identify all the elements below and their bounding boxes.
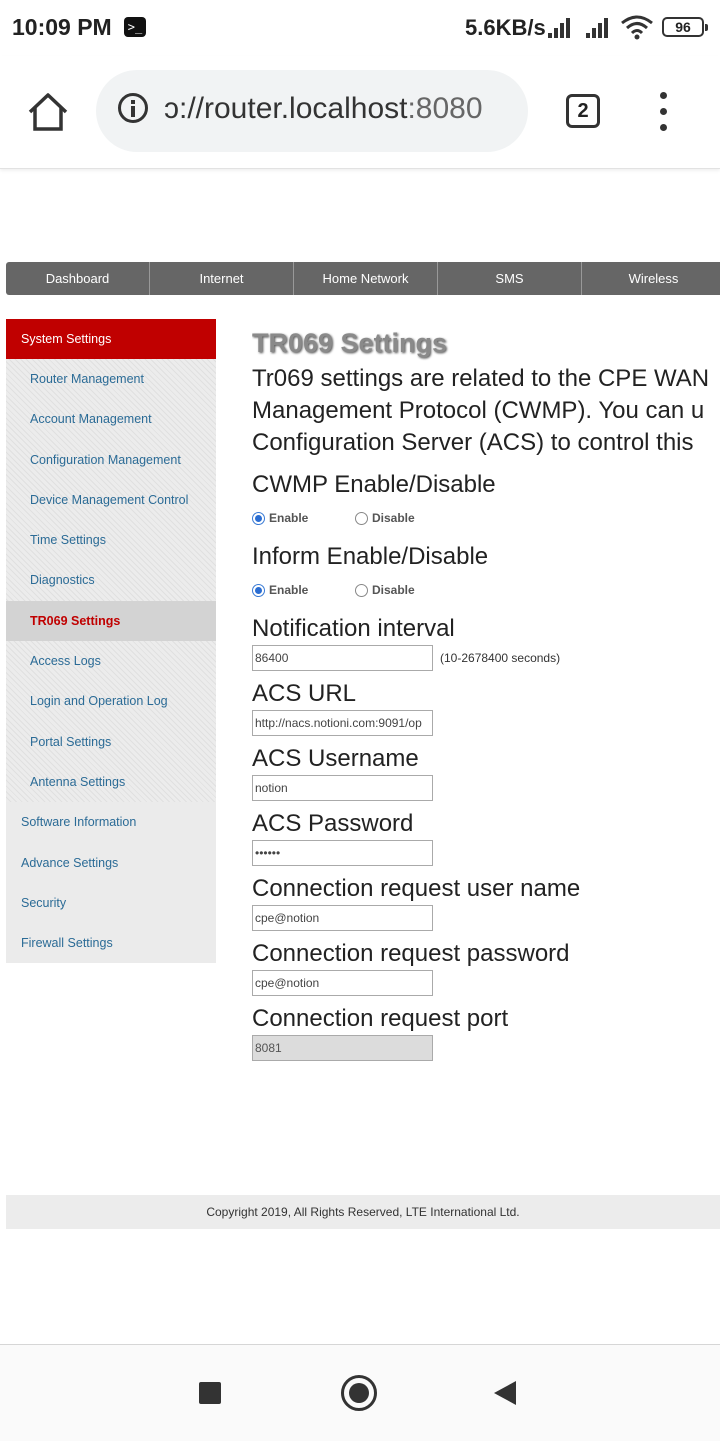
- acs-password-label: ACS Password: [252, 810, 414, 837]
- sidebar-item-account-management[interactable]: Account Management: [6, 399, 216, 439]
- connection-port-label: Connection request port: [252, 1005, 509, 1032]
- cwmp-disable-option[interactable]: Disable: [355, 511, 415, 525]
- browser-toolbar: ɔ://router.localhost:8080 2: [0, 56, 720, 169]
- cwmp-radio-group: Enable Disable: [252, 505, 720, 531]
- nav-home-network[interactable]: Home Network: [294, 262, 438, 295]
- notification-interval-input[interactable]: 86400: [252, 645, 433, 671]
- signal-strength-icon: [546, 16, 576, 38]
- acs-username-input[interactable]: notion: [252, 775, 433, 801]
- inform-enable-option[interactable]: Enable: [252, 583, 355, 597]
- inform-enable-radio[interactable]: [252, 583, 265, 597]
- android-home-icon[interactable]: [341, 1375, 377, 1411]
- nav-internet[interactable]: Internet: [150, 262, 294, 295]
- connection-user-label: Connection request user name: [252, 875, 581, 902]
- notification-interval-hint: (10-2678400 seconds): [440, 651, 561, 665]
- inform-disable-label: Disable: [372, 583, 415, 597]
- sidebar-top-items: Software Information Advance Settings Se…: [6, 802, 216, 964]
- description-line-1: Tr069 settings are related to the CPE WA…: [252, 365, 710, 392]
- acs-password-input[interactable]: ••••••: [252, 840, 433, 866]
- sidebar: System Settings Router Management Accoun…: [6, 319, 216, 964]
- connection-password-input[interactable]: cpe@notion: [252, 970, 433, 996]
- sidebar-item-access-logs[interactable]: Access Logs: [6, 641, 216, 681]
- wifi-icon: [621, 15, 653, 40]
- inform-disable-radio[interactable]: [355, 583, 368, 597]
- connection-password-label: Connection request password: [252, 940, 570, 967]
- sidebar-item-configuration-management[interactable]: Configuration Management: [6, 440, 216, 480]
- page-description: Tr069 settings are related to the CPE WA…: [252, 363, 720, 459]
- info-icon[interactable]: [118, 93, 148, 123]
- status-time: 10:09 PM: [12, 14, 112, 40]
- inform-label: Inform Enable/Disable: [252, 543, 489, 570]
- home-icon[interactable]: [24, 88, 72, 136]
- sidebar-item-firewall-settings[interactable]: Firewall Settings: [6, 923, 216, 963]
- notification-interval-row: 86400 (10-2678400 seconds): [252, 645, 720, 671]
- connection-user-input[interactable]: cpe@notion: [252, 905, 433, 931]
- status-bar: 10:09 PM >_ 5.6KB/s 96: [0, 0, 720, 56]
- cwmp-enable-option[interactable]: Enable: [252, 511, 355, 525]
- top-navigation: Dashboard Internet Home Network SMS Wire…: [6, 262, 720, 295]
- page-title: TR069 Settings: [252, 328, 448, 358]
- address-bar[interactable]: ɔ://router.localhost:8080: [96, 70, 528, 152]
- connection-port-input: 8081: [252, 1035, 433, 1061]
- sidebar-item-router-management[interactable]: Router Management: [6, 359, 216, 399]
- cwmp-label: CWMP Enable/Disable: [252, 471, 496, 498]
- sidebar-item-tr069-settings[interactable]: TR069 Settings: [6, 600, 216, 642]
- sidebar-item-security[interactable]: Security: [6, 883, 216, 923]
- sidebar-item-antenna-settings[interactable]: Antenna Settings: [6, 762, 216, 802]
- sidebar-item-time-settings[interactable]: Time Settings: [6, 520, 216, 560]
- inform-enable-label: Enable: [269, 583, 309, 597]
- notification-interval-label: Notification interval: [252, 615, 455, 642]
- sidebar-item-diagnostics[interactable]: Diagnostics: [6, 560, 216, 600]
- acs-username-label: ACS Username: [252, 745, 419, 772]
- nav-wireless[interactable]: Wireless: [582, 262, 720, 295]
- signal-strength-icon-2: [584, 16, 614, 38]
- cwmp-disable-label: Disable: [372, 511, 415, 525]
- acs-url-label: ACS URL: [252, 680, 357, 707]
- sidebar-item-software-information[interactable]: Software Information: [6, 802, 216, 842]
- url-text[interactable]: ɔ://router.localhost:8080: [164, 92, 483, 126]
- overflow-menu-icon[interactable]: [656, 92, 670, 132]
- cwmp-enable-label: Enable: [269, 511, 309, 525]
- recent-apps-icon[interactable]: [199, 1382, 221, 1404]
- sidebar-submenu: Router Management Account Management Con…: [6, 359, 216, 803]
- network-speed: 5.6KB/s: [465, 15, 546, 40]
- battery-icon: 96: [662, 17, 708, 37]
- back-icon[interactable]: [494, 1381, 516, 1405]
- sidebar-item-advance-settings[interactable]: Advance Settings: [6, 843, 216, 883]
- acs-url-input[interactable]: http://nacs.notioni.com:9091/op: [252, 710, 433, 736]
- sidebar-item-portal-settings[interactable]: Portal Settings: [6, 722, 216, 762]
- nav-sms[interactable]: SMS: [438, 262, 582, 295]
- description-line-3: Configuration Server (ACS) to control th…: [252, 429, 694, 456]
- sidebar-item-device-management-control[interactable]: Device Management Control: [6, 480, 216, 520]
- inform-radio-group: Enable Disable: [252, 577, 720, 603]
- android-navigation-bar: [0, 1344, 720, 1441]
- terminal-notification-icon: >_: [124, 17, 146, 37]
- cwmp-disable-radio[interactable]: [355, 511, 368, 525]
- cwmp-enable-radio[interactable]: [252, 511, 265, 525]
- inform-disable-option[interactable]: Disable: [355, 583, 415, 597]
- sidebar-item-login-operation-log[interactable]: Login and Operation Log: [6, 681, 216, 721]
- description-line-2: Management Protocol (CWMP). You can u: [252, 397, 705, 424]
- main-content: TR069 Settings Tr069 settings are relate…: [252, 328, 720, 1061]
- copyright-footer: Copyright 2019, All Rights Reserved, LTE…: [6, 1195, 720, 1229]
- tab-switcher-button[interactable]: 2: [566, 94, 600, 128]
- nav-dashboard[interactable]: Dashboard: [6, 262, 150, 295]
- sidebar-header-system-settings[interactable]: System Settings: [6, 319, 216, 359]
